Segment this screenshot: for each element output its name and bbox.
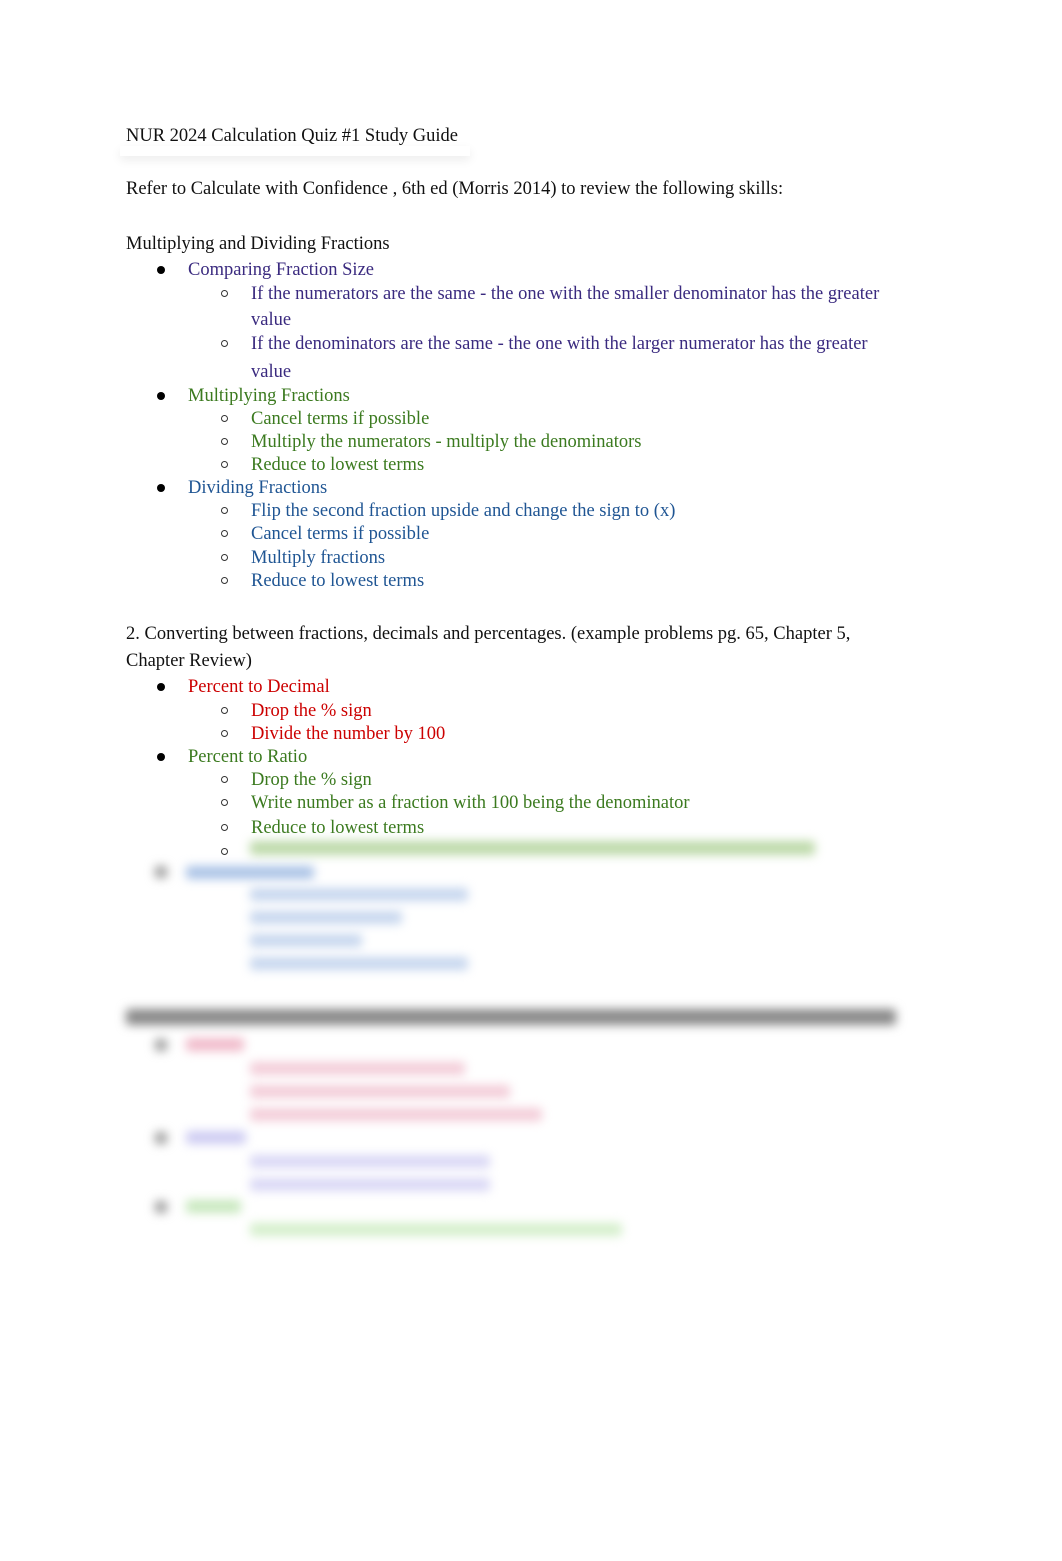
circle-bullet-icon: [221, 438, 228, 445]
blurred-bullet: [155, 1039, 167, 1051]
circle-bullet-icon: [221, 340, 228, 347]
blurred-text: [186, 1200, 241, 1213]
sub-item: Multiply the numerators - multiply the d…: [251, 432, 642, 452]
sub-item: If the denominators are the same - the o…: [251, 334, 868, 354]
blurred-text: [250, 934, 362, 947]
blurred-text: [186, 1038, 244, 1051]
circle-bullet-icon: [221, 577, 228, 584]
blurred-bullet: [155, 1132, 167, 1144]
circle-bullet-icon: [221, 707, 228, 714]
sub-item: Divide the number by 100: [251, 724, 446, 744]
sub-item: Cancel terms if possible: [251, 524, 430, 544]
sub-item: Multiply fractions: [251, 548, 386, 568]
sub-item-cont: value: [251, 362, 292, 382]
bullet-icon: [157, 484, 165, 492]
circle-bullet-icon: [221, 799, 228, 806]
section2-heading: 2. Converting between fractions, decimal…: [126, 624, 851, 644]
circle-bullet-icon: [221, 290, 228, 297]
sub-item: Reduce to lowest terms: [251, 818, 425, 838]
section1-heading: Multiplying and Dividing Fractions: [126, 234, 390, 254]
document-page: NUR 2024 Calculation Quiz #1 Study Guide…: [0, 0, 1062, 1561]
list-item-comparing: Comparing Fraction Size: [188, 260, 374, 280]
sub-item: If the numerators are the same - the one…: [251, 284, 880, 304]
blurred-text: [186, 866, 314, 879]
bullet-icon: [157, 392, 165, 400]
blurred-text: [250, 1155, 490, 1168]
sub-item: Write number as a fraction with 100 bein…: [251, 793, 690, 813]
section2-heading-cont: Chapter Review): [126, 651, 252, 671]
blurred-text: [250, 888, 468, 901]
list-item-multiplying: Multiplying Fractions: [188, 386, 350, 406]
circle-bullet-icon: [221, 507, 228, 514]
list-item-percent-to-decimal: Percent to Decimal: [188, 677, 330, 697]
blurred-bullet: [155, 1201, 167, 1213]
sub-item: Reduce to lowest terms: [251, 455, 425, 475]
blurred-text: [250, 1085, 510, 1098]
sub-item-cont: value: [251, 310, 292, 330]
circle-bullet-icon: [221, 848, 228, 855]
bullet-icon: [157, 683, 165, 691]
list-item-dividing: Dividing Fractions: [188, 478, 328, 498]
sub-item: Drop the % sign: [251, 701, 372, 721]
blurred-text: [186, 1131, 246, 1144]
document-title: NUR 2024 Calculation Quiz #1 Study Guide: [126, 126, 458, 146]
circle-bullet-icon: [221, 461, 228, 468]
blurred-text: [250, 841, 815, 855]
circle-bullet-icon: [221, 824, 228, 831]
intro-text: Refer to Calculate with Confidence , 6th…: [126, 179, 784, 199]
circle-bullet-icon: [221, 730, 228, 737]
blurred-text: [250, 1108, 542, 1121]
sub-item: Drop the % sign: [251, 770, 372, 790]
circle-bullet-icon: [221, 776, 228, 783]
blurred-text: [250, 1223, 622, 1236]
bullet-icon: [157, 753, 165, 761]
circle-bullet-icon: [221, 415, 228, 422]
circle-bullet-icon: [221, 530, 228, 537]
sub-item: Cancel terms if possible: [251, 409, 430, 429]
blurred-text: [250, 957, 468, 970]
sub-item: Flip the second fraction upside and chan…: [251, 501, 676, 521]
blurred-text: [250, 1062, 465, 1075]
sub-item: Reduce to lowest terms: [251, 571, 425, 591]
list-item-percent-to-ratio: Percent to Ratio: [188, 747, 308, 767]
blurred-heading: [126, 1009, 896, 1025]
blurred-text: [250, 1178, 490, 1191]
circle-bullet-icon: [221, 554, 228, 561]
blurred-bullet: [155, 866, 167, 878]
bullet-icon: [157, 266, 165, 274]
blurred-text: [250, 911, 402, 924]
